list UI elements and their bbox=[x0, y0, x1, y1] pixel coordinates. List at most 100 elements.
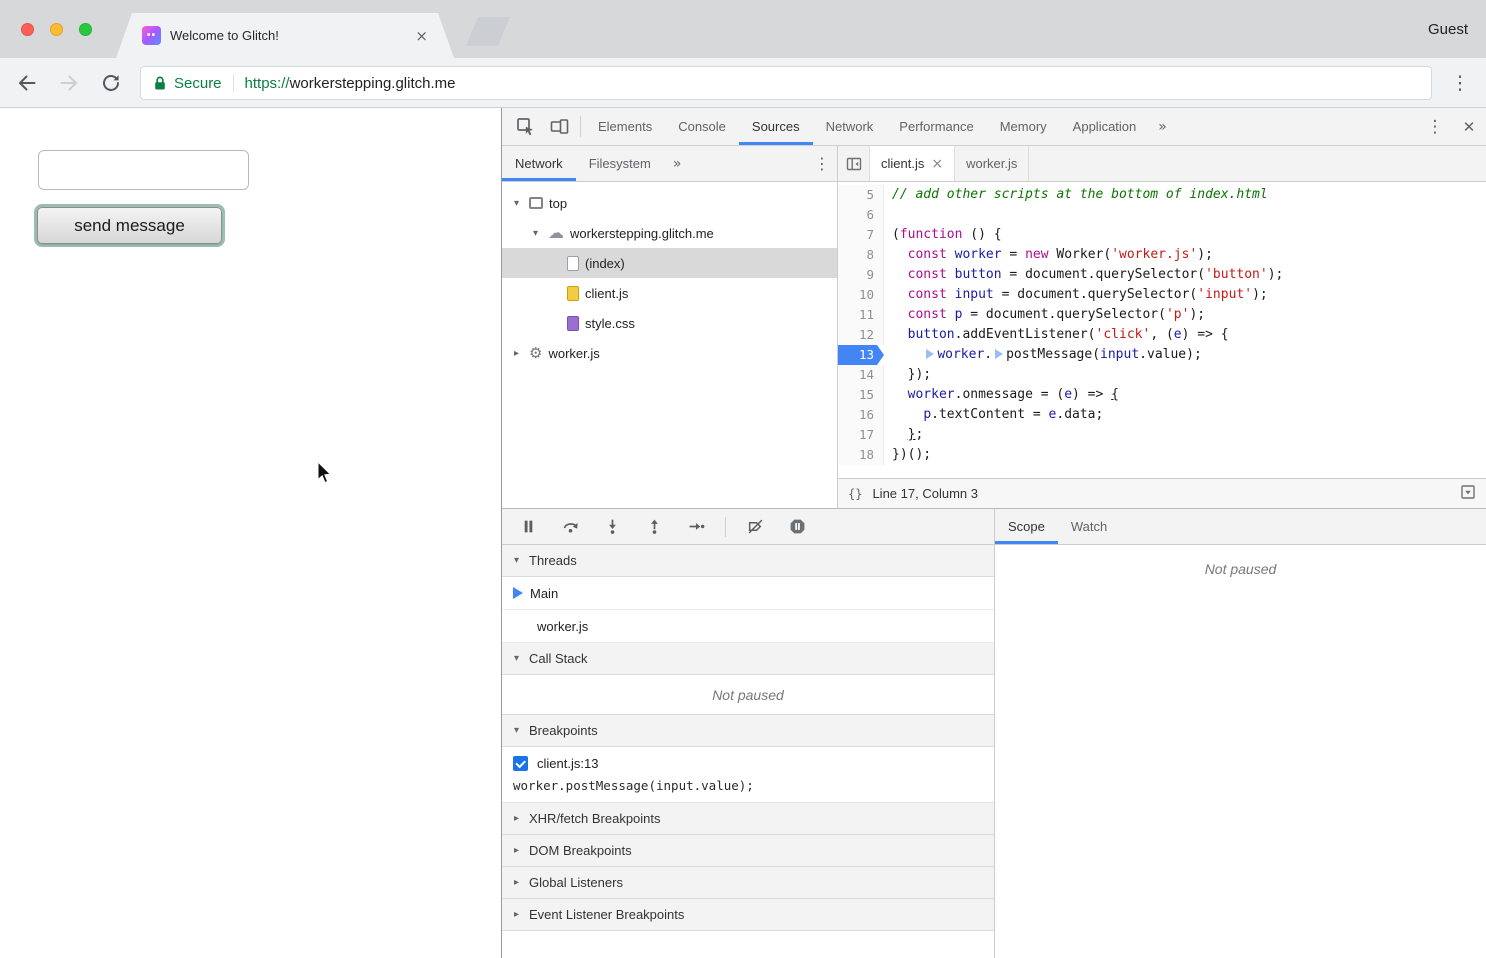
secure-lock-icon bbox=[153, 75, 167, 92]
line-number[interactable]: 15 bbox=[838, 385, 884, 405]
browser-menu-icon[interactable]: ⋮ bbox=[1448, 71, 1472, 95]
line-number[interactable]: 8 bbox=[838, 245, 884, 265]
section-header-dom-breakpoints[interactable]: ▸DOM Breakpoints bbox=[502, 835, 994, 867]
devtools-close-icon[interactable]: ✕ bbox=[1452, 108, 1486, 145]
message-input[interactable] bbox=[38, 150, 249, 190]
file-tree: ▾top▾☁workerstepping.glitch.me(index)cli… bbox=[502, 182, 837, 508]
sidebar-tab-watch[interactable]: Watch bbox=[1058, 509, 1120, 544]
line-number[interactable]: 18 bbox=[838, 445, 884, 465]
active-thread-arrow-icon bbox=[513, 587, 523, 599]
section-header-global-listeners[interactable]: ▸Global Listeners bbox=[502, 867, 994, 899]
reload-button[interactable] bbox=[99, 71, 123, 95]
step-out-icon[interactable] bbox=[634, 513, 674, 541]
code-token: .value); bbox=[1139, 347, 1202, 362]
breakpoint-code-snippet[interactable]: worker.postMessage(input.value); bbox=[502, 778, 994, 793]
line-number[interactable]: 7 bbox=[838, 225, 884, 245]
devtools-tab-application[interactable]: Application bbox=[1060, 108, 1150, 145]
tree-item--index-[interactable]: (index) bbox=[502, 248, 837, 278]
pause-icon[interactable] bbox=[508, 513, 548, 541]
devtools-tab-memory[interactable]: Memory bbox=[987, 108, 1060, 145]
code-editor[interactable]: 5// add other scripts at the bottom of i… bbox=[838, 182, 1486, 478]
send-message-button[interactable]: send message bbox=[37, 207, 222, 244]
tree-item-style.css[interactable]: style.css bbox=[502, 308, 837, 338]
devtools-tab-network[interactable]: Network bbox=[813, 108, 887, 145]
navigator-menu-icon[interactable]: ⋮ bbox=[807, 146, 837, 181]
code-text: }); bbox=[884, 365, 931, 385]
line-number[interactable]: 12 bbox=[838, 325, 884, 345]
thread-item-main[interactable]: Main bbox=[502, 577, 994, 610]
section-header-xhr-fetch-breakpoints[interactable]: ▸XHR/fetch Breakpoints bbox=[502, 803, 994, 835]
code-token: = document.querySelector( bbox=[962, 307, 1166, 322]
expanded-arrow-icon[interactable]: ▾ bbox=[529, 228, 542, 239]
navigator-tab-filesystem[interactable]: Filesystem bbox=[576, 146, 664, 181]
code-text: p.textContent = e.data; bbox=[884, 405, 1103, 425]
code-text: (function () { bbox=[884, 225, 1002, 245]
breakpoints-section-header[interactable]: ▾ Breakpoints bbox=[502, 715, 994, 747]
section-label: XHR/fetch Breakpoints bbox=[529, 811, 661, 826]
devtools-tab-sources[interactable]: Sources bbox=[739, 108, 813, 145]
breakpoint-location-label[interactable]: client.js:13 bbox=[537, 756, 598, 771]
tab-close-icon[interactable]: × bbox=[415, 27, 428, 45]
new-tab-button[interactable] bbox=[466, 17, 510, 46]
step-icon[interactable] bbox=[676, 513, 716, 541]
collapsed-arrow-icon[interactable]: ▸ bbox=[510, 348, 523, 359]
line-number[interactable]: 6 bbox=[838, 205, 884, 225]
inspect-element-icon[interactable] bbox=[508, 108, 542, 145]
line-number[interactable]: 10 bbox=[838, 285, 884, 305]
deactivate-breakpoints-icon[interactable] bbox=[735, 513, 775, 541]
toggle-navigator-icon[interactable] bbox=[838, 146, 870, 181]
step-into-icon[interactable] bbox=[592, 513, 632, 541]
window-maximize-button[interactable] bbox=[79, 23, 92, 36]
breakpoint-checkbox[interactable] bbox=[513, 756, 528, 771]
inline-breakpoint-marker-icon[interactable] bbox=[995, 349, 1003, 359]
threads-section-header[interactable]: ▾ Threads bbox=[502, 545, 994, 577]
code-token: ; bbox=[915, 427, 923, 442]
tree-item-client.js[interactable]: client.js bbox=[502, 278, 837, 308]
line-number[interactable]: 16 bbox=[838, 405, 884, 425]
guest-profile-label[interactable]: Guest bbox=[1428, 0, 1468, 58]
tree-item-workerstepping.glitch.me[interactable]: ▾☁workerstepping.glitch.me bbox=[502, 218, 837, 248]
line-number[interactable]: 11 bbox=[838, 305, 884, 325]
sidebar-tab-scope[interactable]: Scope bbox=[995, 509, 1058, 544]
secure-label[interactable]: Secure bbox=[174, 75, 222, 92]
more-tabs-chevron-icon[interactable]: » bbox=[1149, 108, 1176, 145]
line-number[interactable]: 9 bbox=[838, 265, 884, 285]
thread-item-worker.js[interactable]: worker.js bbox=[502, 610, 994, 643]
expand-sidebar-icon[interactable] bbox=[1460, 484, 1476, 503]
pause-on-exceptions-icon[interactable] bbox=[777, 513, 817, 541]
close-tab-icon[interactable]: × bbox=[931, 156, 943, 172]
code-token: new bbox=[1025, 247, 1048, 262]
forward-button[interactable] bbox=[57, 71, 81, 95]
devtools-menu-icon[interactable]: ⋮ bbox=[1418, 108, 1452, 145]
editor-tab-client.js[interactable]: client.js× bbox=[870, 146, 955, 181]
window-minimize-button[interactable] bbox=[50, 23, 63, 36]
navigator-more-chevron-icon[interactable]: » bbox=[664, 146, 691, 181]
inline-breakpoint-marker-icon[interactable] bbox=[926, 349, 934, 359]
tree-item-worker.js[interactable]: ▸⚙worker.js bbox=[502, 338, 837, 368]
window-close-button[interactable] bbox=[21, 23, 34, 36]
debugger-pane: ▾ Threads Mainworker.js ▾ Call Stack Not… bbox=[502, 509, 995, 958]
section-header-event-listener-breakpoints[interactable]: ▸Event Listener Breakpoints bbox=[502, 899, 994, 931]
editor-tab-worker.js[interactable]: worker.js bbox=[955, 146, 1029, 181]
call-stack-section-header[interactable]: ▾ Call Stack bbox=[502, 643, 994, 675]
line-number[interactable]: 5 bbox=[838, 185, 884, 205]
devtools-tab-elements[interactable]: Elements bbox=[585, 108, 665, 145]
devtools-tab-console[interactable]: Console bbox=[665, 108, 739, 145]
address-bar[interactable]: Secure https://workerstepping.glitch.me bbox=[140, 66, 1432, 100]
back-button[interactable] bbox=[15, 71, 39, 95]
breakpoint-line-number[interactable]: 13 bbox=[838, 345, 884, 365]
code-line-10: 10 const input = document.querySelector(… bbox=[838, 285, 1486, 305]
browser-tab[interactable]: Welcome to Glitch! × bbox=[116, 13, 454, 58]
glitch-favicon-icon bbox=[142, 26, 161, 45]
navigator-tab-network[interactable]: Network bbox=[502, 146, 576, 181]
content-area: send message ElementsConsoleSourcesNetwo… bbox=[0, 108, 1486, 958]
expanded-arrow-icon[interactable]: ▾ bbox=[510, 198, 523, 209]
step-over-icon[interactable] bbox=[550, 513, 590, 541]
tree-item-top[interactable]: ▾top bbox=[502, 188, 837, 218]
url-text[interactable]: https://workerstepping.glitch.me bbox=[245, 75, 456, 92]
line-number[interactable]: 14 bbox=[838, 365, 884, 385]
pretty-print-icon[interactable]: {} bbox=[848, 487, 862, 501]
devtools-tab-performance[interactable]: Performance bbox=[886, 108, 986, 145]
line-number[interactable]: 17 bbox=[838, 425, 884, 445]
device-toolbar-icon[interactable] bbox=[542, 108, 576, 145]
